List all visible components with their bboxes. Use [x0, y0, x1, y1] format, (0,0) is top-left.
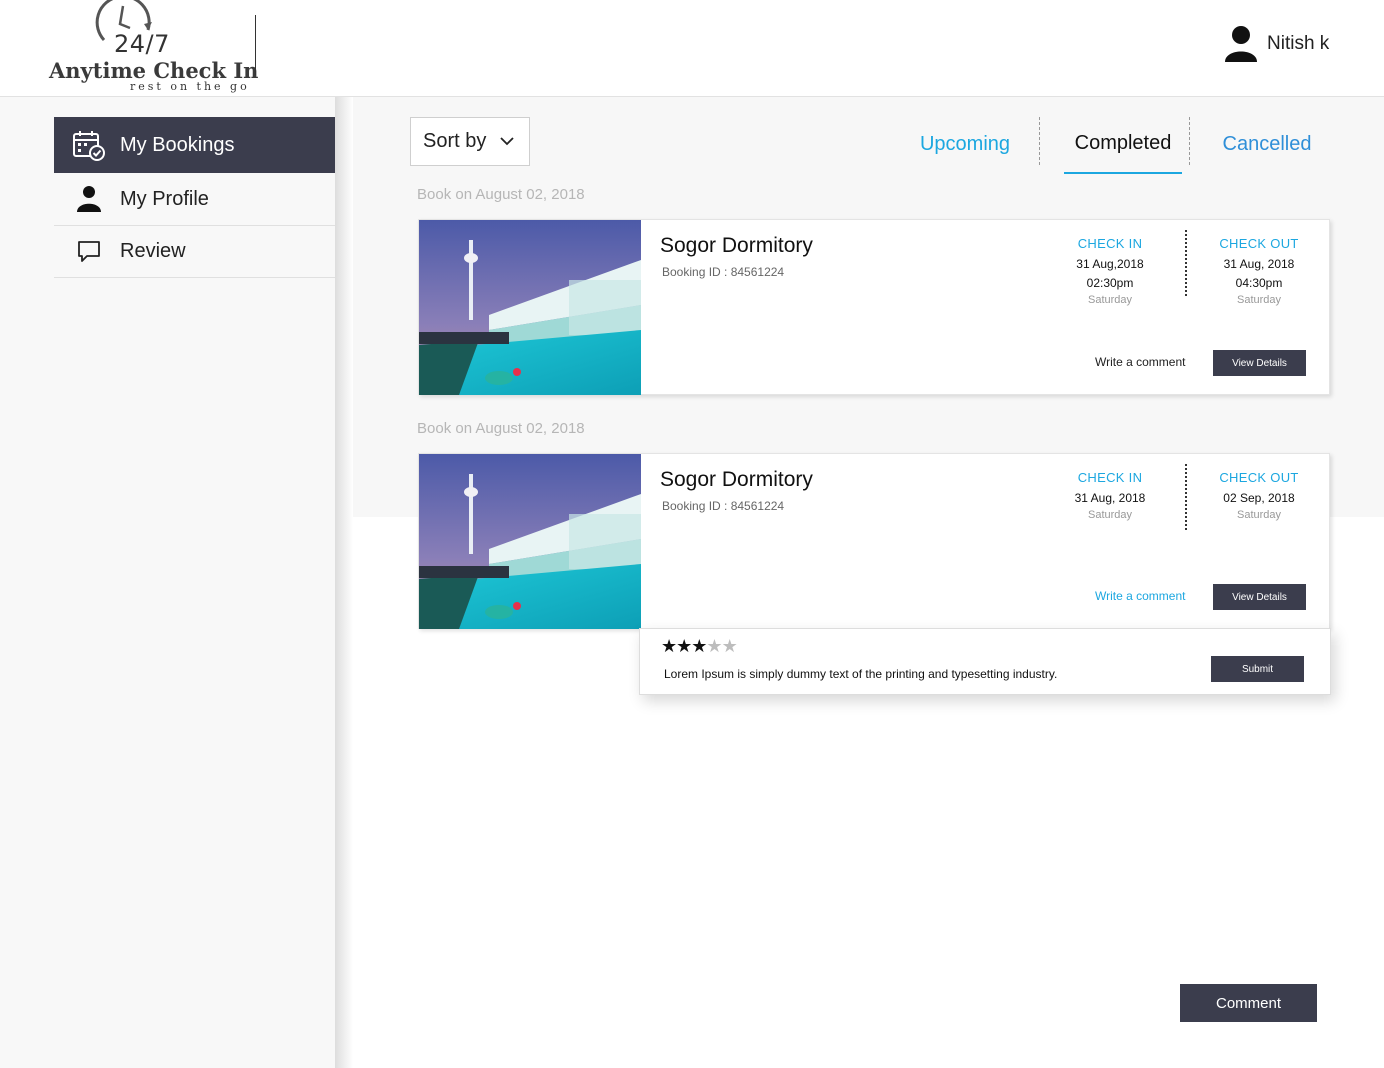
- brand-tagline: rest on the go: [130, 80, 250, 93]
- sidebar-item-review[interactable]: Review: [54, 226, 335, 278]
- star-empty-icon[interactable]: ★: [706, 636, 722, 657]
- check-in-info: CHECK IN 31 Aug, 2018 Saturday: [1050, 470, 1170, 521]
- hotel-name: Sogor Dormitory: [660, 234, 813, 257]
- view-details-button[interactable]: View Details: [1213, 584, 1306, 610]
- header-divider: [255, 15, 256, 75]
- sidebar-item-my-bookings[interactable]: My Bookings: [54, 117, 335, 173]
- check-out-label: CHECK OUT: [1219, 236, 1299, 251]
- sidebar-item-label: My Bookings: [120, 133, 235, 156]
- check-out-day: Saturday: [1236, 294, 1282, 306]
- brand-logo[interactable]: 24/7 Anytime Check In rest on the go: [48, 0, 258, 94]
- booked-on-date: Book on August 02, 2018: [417, 186, 585, 203]
- speech-bubble-icon: [72, 235, 106, 269]
- booking-id: Booking ID : 84561224: [662, 499, 785, 513]
- user-name: Nitish k: [1267, 33, 1330, 54]
- column-divider: [1185, 464, 1187, 530]
- sidebar-shadow: [335, 97, 353, 1068]
- column-divider: [1185, 230, 1187, 296]
- check-in-date: 31 Aug, 2018: [1074, 491, 1146, 505]
- star-rating[interactable]: ★★★★★: [661, 636, 738, 657]
- booking-tabs: Upcoming Completed Cancelled: [900, 115, 1330, 175]
- brand-number: 24/7: [114, 30, 170, 58]
- booked-on-date: Book on August 02, 2018: [417, 420, 585, 437]
- hotel-image[interactable]: [419, 220, 641, 395]
- tab-cancelled[interactable]: Cancelled: [1210, 115, 1324, 174]
- view-details-button[interactable]: View Details: [1213, 350, 1306, 376]
- review-panel: ★★★★★ Lorem Ipsum is simply dummy text o…: [639, 628, 1331, 695]
- write-comment-link[interactable]: Write a comment: [1095, 355, 1185, 369]
- sidebar: My Bookings My Profile Review: [0, 97, 335, 1068]
- hotel-name: Sogor Dormitory: [660, 468, 813, 491]
- check-in-time: 02:30pm: [1086, 276, 1134, 290]
- submit-button[interactable]: Submit: [1211, 656, 1304, 682]
- check-out-day: Saturday: [1236, 509, 1282, 521]
- check-in-info: CHECK IN 31 Aug,2018 02:30pm Saturday: [1050, 236, 1170, 306]
- check-in-date: 31 Aug,2018: [1076, 257, 1144, 271]
- hotel-image[interactable]: [419, 454, 641, 629]
- check-in-day: Saturday: [1087, 294, 1133, 306]
- check-in-label: CHECK IN: [1077, 236, 1143, 251]
- check-out-label: CHECK OUT: [1219, 470, 1299, 485]
- check-out-info: CHECK OUT 02 Sep, 2018 Saturday: [1199, 470, 1319, 521]
- check-in-label: CHECK IN: [1077, 470, 1143, 485]
- tab-upcoming[interactable]: Upcoming: [900, 115, 1030, 174]
- star-filled-icon[interactable]: ★: [661, 636, 677, 657]
- booking-card: Sogor Dormitory Booking ID : 84561224 CH…: [418, 453, 1330, 629]
- sidebar-item-label: Review: [120, 240, 186, 262]
- tab-divider: [1039, 117, 1040, 165]
- check-out-info: CHECK OUT 31 Aug, 2018 04:30pm Saturday: [1199, 236, 1319, 306]
- review-text[interactable]: Lorem Ipsum is simply dummy text of the …: [664, 667, 1057, 681]
- sidebar-item-label: My Profile: [120, 187, 209, 210]
- user-menu[interactable]: Nitish k: [1223, 24, 1329, 64]
- calendar-check-icon: [72, 128, 106, 162]
- booking-card: Sogor Dormitory Booking ID : 84561224 CH…: [418, 219, 1330, 395]
- write-comment-link[interactable]: Write a comment: [1095, 589, 1185, 603]
- sort-dropdown[interactable]: Sort by: [410, 117, 530, 166]
- user-icon: [72, 182, 106, 216]
- tab-completed[interactable]: Completed: [1064, 115, 1182, 174]
- sidebar-item-my-profile[interactable]: My Profile: [54, 173, 335, 226]
- check-in-day: Saturday: [1087, 509, 1133, 521]
- tab-divider: [1189, 117, 1190, 165]
- booking-id: Booking ID : 84561224: [662, 265, 785, 279]
- comment-button[interactable]: Comment: [1180, 984, 1317, 1022]
- check-out-date: 31 Aug, 2018: [1223, 257, 1295, 271]
- sort-label: Sort by: [423, 130, 487, 152]
- chevron-down-icon: [500, 137, 514, 146]
- user-icon: [1225, 26, 1257, 62]
- star-empty-icon[interactable]: ★: [722, 636, 738, 657]
- check-out-time: 04:30pm: [1235, 276, 1283, 290]
- star-filled-icon[interactable]: ★: [676, 636, 692, 657]
- star-filled-icon[interactable]: ★: [691, 636, 707, 657]
- top-header: 24/7 Anytime Check In rest on the go Nit…: [0, 0, 1384, 97]
- check-out-date: 02 Sep, 2018: [1223, 491, 1295, 505]
